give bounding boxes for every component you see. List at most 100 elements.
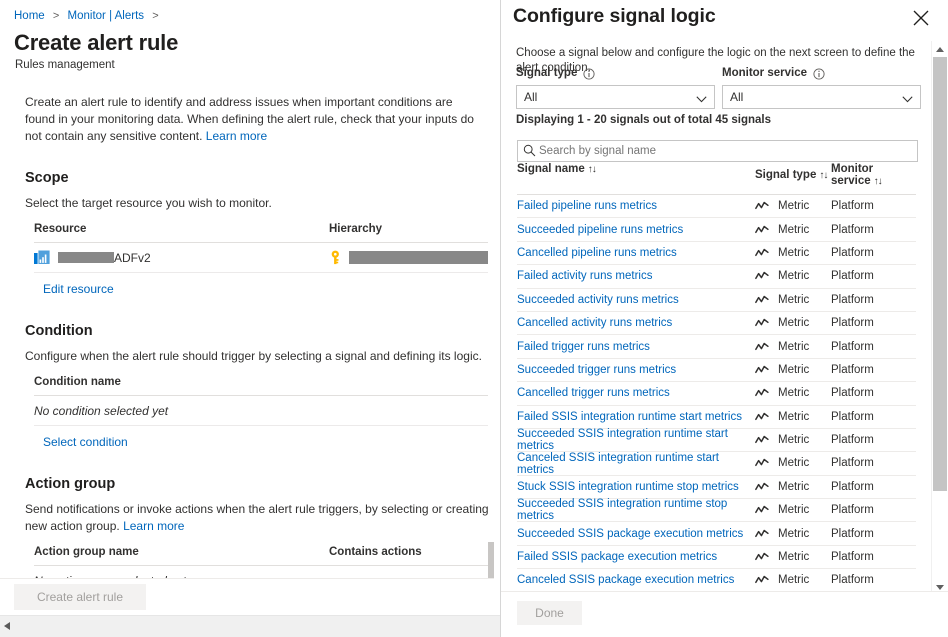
monitor-service-value: Platform [831, 200, 916, 212]
monitor-service-select[interactable]: All [722, 85, 921, 109]
table-row[interactable]: Canceled SSIS package execution metricsM… [517, 569, 916, 592]
signal-name-link[interactable]: Succeeded activity runs metrics [517, 294, 679, 306]
signal-name-cell: Failed SSIS integration runtime start me… [517, 411, 755, 423]
metric-chart-icon [755, 318, 769, 328]
metric-chart-icon [755, 388, 769, 398]
signal-name-link[interactable]: Cancelled activity runs metrics [517, 317, 672, 329]
edit-resource-link[interactable]: Edit resource [43, 282, 114, 296]
column-signal-name[interactable]: Signal name↑↓ [517, 163, 755, 187]
table-row[interactable]: Canceled SSIS integration runtime start … [517, 452, 916, 475]
monitor-service-label-row: Monitor service [722, 66, 921, 81]
table-row[interactable]: Failed trigger runs metricsMetricPlatfor… [517, 335, 916, 358]
create-alert-rule-button[interactable]: Create alert rule [14, 584, 146, 610]
metric-chart-icon [755, 552, 769, 562]
left-panel-scrollbar-thumb[interactable] [488, 542, 494, 578]
monitor-service-value: Platform [831, 528, 916, 540]
monitor-service-value: Platform [831, 387, 916, 399]
breadcrumb-item-home[interactable]: Home [14, 10, 45, 22]
metric-chart-icon [755, 458, 769, 468]
signal-name-link[interactable]: Succeeded SSIS integration runtime start… [517, 428, 728, 452]
metric-chart-icon [755, 575, 769, 585]
signal-name-link[interactable]: Succeeded trigger runs metrics [517, 364, 676, 376]
table-row[interactable]: Succeeded SSIS integration runtime stop … [517, 499, 916, 522]
table-row[interactable]: Succeeded trigger runs metricsMetricPlat… [517, 359, 916, 382]
signal-type-value: Metric [778, 364, 809, 376]
condition-description: Configure when the alert rule should tri… [25, 348, 494, 365]
metric-chart-icon [755, 529, 769, 539]
info-icon[interactable] [583, 68, 595, 80]
table-row[interactable]: Succeeded SSIS package execution metrics… [517, 522, 916, 545]
signal-name-cell: Succeeded SSIS package execution metrics [517, 528, 755, 540]
sort-updown-icon[interactable]: ↑↓ [588, 164, 596, 175]
intro-learn-more-link[interactable]: Learn more [206, 129, 267, 143]
table-row[interactable]: Succeeded pipeline runs metricsMetricPla… [517, 218, 916, 241]
sort-updown-icon[interactable]: ↑↓ [874, 176, 882, 187]
table-row[interactable]: ADFv2 [34, 243, 494, 273]
signal-type-value: Metric [778, 434, 809, 446]
table-row[interactable]: Cancelled pipeline runs metricsMetricPla… [517, 242, 916, 265]
signal-name-link[interactable]: Cancelled pipeline runs metrics [517, 247, 677, 259]
condition-table-header: Condition name [34, 376, 494, 396]
signal-type-select[interactable]: All [516, 85, 715, 109]
table-row[interactable]: Failed SSIS integration runtime start me… [517, 406, 916, 429]
signal-type-value: Metric [778, 247, 809, 259]
sort-updown-icon[interactable]: ↑↓ [819, 170, 827, 181]
signal-name-link[interactable]: Failed activity runs metrics [517, 270, 652, 282]
signal-name-cell: Failed pipeline runs metrics [517, 200, 755, 212]
info-icon[interactable] [813, 68, 825, 80]
signal-name-link[interactable]: Succeeded SSIS integration runtime stop … [517, 498, 727, 522]
monitor-service-value: Platform [831, 341, 916, 353]
left-panel-scroll-area: Home > Monitor | Alerts > Create alert r… [0, 0, 494, 578]
scroll-up-arrow-icon[interactable] [932, 41, 948, 56]
column-monitor-service-label: Monitor service [831, 163, 873, 187]
signal-name-link[interactable]: Succeeded pipeline runs metrics [517, 224, 683, 236]
signal-name-cell: Failed trigger runs metrics [517, 341, 755, 353]
action-group-learn-more-link[interactable]: Learn more [123, 519, 184, 533]
table-row[interactable]: Stuck SSIS integration runtime stop metr… [517, 476, 916, 499]
signal-type-value: All [524, 89, 537, 105]
signals-table-header: Signal name↑↓ Signal type↑↓ Monitor serv… [517, 163, 916, 195]
signal-name-link[interactable]: Failed SSIS integration runtime start me… [517, 411, 742, 423]
scope-resource-name: ADFv2 [114, 251, 151, 265]
signal-name-link[interactable]: Canceled SSIS package execution metrics [517, 574, 734, 586]
signal-name-link[interactable]: Failed trigger runs metrics [517, 341, 650, 353]
table-row[interactable]: Cancelled trigger runs metrics Metric Plat… [517, 382, 916, 405]
column-monitor-service[interactable]: Monitor service↑↓ [831, 163, 916, 187]
signal-type-value: Metric [778, 317, 809, 329]
signal-name-cell: Cancelled trigger runs metrics [517, 387, 755, 399]
done-button[interactable]: Done [517, 601, 582, 625]
signal-name-link[interactable]: Canceled SSIS integration runtime start … [517, 452, 719, 476]
signal-name-link[interactable]: Cancelled trigger runs metrics [517, 387, 670, 399]
chevron-down-icon [696, 92, 707, 106]
left-panel-horizontal-scrollbar[interactable] [0, 615, 500, 637]
table-row[interactable]: Succeeded SSIS integration runtime start… [517, 429, 916, 452]
right-panel-vertical-scrollbar[interactable] [931, 41, 948, 637]
condition-table: Condition name No condition selected yet… [34, 376, 494, 451]
table-row[interactable]: Cancelled activity runs metricsMetricPla… [517, 312, 916, 335]
data-factory-icon [34, 250, 50, 265]
search-input[interactable]: Search by signal name [517, 140, 918, 162]
select-condition-link[interactable]: Select condition [43, 435, 128, 449]
scroll-left-arrow-icon[interactable] [4, 622, 10, 630]
search-placeholder: Search by signal name [539, 143, 656, 159]
left-panel-vertical-scrollbar[interactable] [488, 0, 494, 578]
action-group-column-contains: Contains actions [329, 546, 494, 558]
breadcrumb-separator-icon-2: > [152, 10, 158, 22]
signal-type-value: Metric [778, 270, 809, 282]
signal-name-link[interactable]: Failed pipeline runs metrics [517, 200, 657, 212]
signal-type-cell: Metric [755, 457, 831, 469]
signal-name-link[interactable]: Stuck SSIS integration runtime stop metr… [517, 481, 739, 493]
signal-name-link[interactable]: Failed SSIS package execution metrics [517, 551, 717, 563]
signal-name-link[interactable]: Succeeded SSIS package execution metrics [517, 528, 743, 540]
table-row[interactable]: Succeeded activity runs metricsMetricPla… [517, 289, 916, 312]
signal-type-value: Metric [778, 387, 809, 399]
column-signal-type[interactable]: Signal type↑↓ [755, 163, 831, 187]
page-title: Create alert rule [14, 30, 494, 56]
signal-type-cell: Metric [755, 434, 831, 446]
table-row[interactable]: Failed SSIS package execution metricsMet… [517, 546, 916, 569]
close-icon[interactable] [910, 7, 932, 29]
table-row[interactable]: Failed pipeline runs metricsMetricPlatfo… [517, 195, 916, 218]
breadcrumb-item-monitor-alerts[interactable]: Monitor | Alerts [68, 10, 145, 22]
table-row[interactable]: Failed activity runs metricsMetricPlatfo… [517, 265, 916, 288]
right-panel-scrollbar-thumb[interactable] [933, 57, 947, 491]
